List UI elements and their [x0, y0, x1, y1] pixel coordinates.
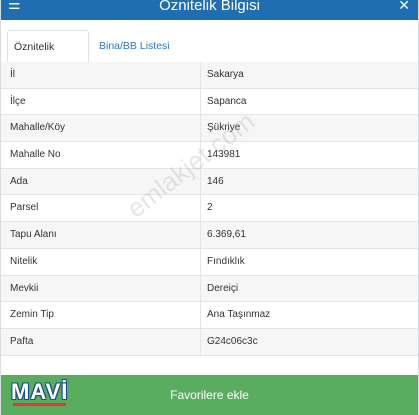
tab-attribute-info[interactable]: Öznitelik Bilgisi [7, 30, 89, 86]
row-label: Parsel [10, 202, 39, 214]
tab-bar: Öznitelik Bilgisi Bina/BB Listesi [1, 30, 418, 86]
row-label: Tapu Alanı [10, 229, 57, 241]
row-value: Sapanca [207, 95, 247, 107]
column-divider [200, 142, 201, 168]
table-row: Parsel 2 [1, 195, 418, 223]
table-row: Mahalle No 143981 [1, 142, 418, 169]
tab-building-list[interactable]: Bina/BB Listesi [93, 30, 176, 63]
column-divider [200, 115, 201, 142]
row-label: İlçe [10, 95, 26, 107]
row-label: Zemin Tip [10, 309, 54, 321]
table-row: Nitelik Fındıklık [1, 248, 418, 276]
column-divider [200, 88, 201, 115]
row-value: Sakarya [207, 69, 244, 80]
column-divider [200, 328, 201, 355]
row-value: 6.369,61 [207, 229, 246, 241]
close-icon[interactable]: ✕ [398, 0, 410, 15]
logo-underline [13, 403, 67, 406]
column-divider [200, 195, 201, 222]
brand-logo: MAVİ [11, 377, 68, 407]
attribute-info-panel: ☰ Öznitelik Bilgisi ✕ Öznitelik Bilgisi … [0, 0, 419, 415]
column-divider [200, 275, 201, 302]
row-value: Fındıklık [207, 255, 245, 267]
panel-title: Öznitelik Bilgisi [159, 0, 260, 14]
column-divider [200, 62, 201, 88]
row-label: Mevkii [10, 282, 39, 294]
row-value: G24c06c3c [207, 335, 258, 347]
row-value: 2 [207, 202, 213, 214]
table-row: Ada 146 [1, 168, 418, 196]
row-value: Ana Taşınmaz [207, 309, 271, 321]
row-label: Nitelik [10, 255, 38, 267]
table-row: Pafta G24c06c3c [1, 328, 418, 356]
row-value: Dereiçi [207, 282, 239, 294]
row-label: Pafta [10, 335, 34, 347]
brand-logo-text: MAVİ [11, 379, 69, 404]
column-divider [200, 302, 201, 328]
table-row: Mahalle/Köy Şükriye [1, 115, 418, 143]
row-label: Ada [10, 175, 28, 187]
table-row: Mevkii Dereiçi [1, 275, 418, 303]
column-divider [200, 248, 201, 275]
attribute-table: İl Sakarya İlçe Sapanca Mahalle/Köy Şükr… [1, 62, 418, 356]
table-row: Tapu Alanı 6.369,61 [1, 222, 418, 249]
column-divider [200, 168, 201, 195]
table-row: Zemin Tip Ana Taşınmaz [1, 302, 418, 329]
row-label: İl [10, 69, 15, 80]
row-value: 146 [207, 175, 224, 187]
column-divider [200, 222, 201, 248]
row-label: Mahalle/Köy [10, 122, 66, 134]
table-row: İlçe Sapanca [1, 88, 418, 116]
row-label: Mahalle No [10, 149, 61, 161]
table-row: İl Sakarya [1, 62, 418, 89]
row-value: 143981 [207, 149, 241, 161]
panel-header: ☰ Öznitelik Bilgisi ✕ [1, 0, 418, 20]
row-value: Şükriye [207, 122, 241, 134]
